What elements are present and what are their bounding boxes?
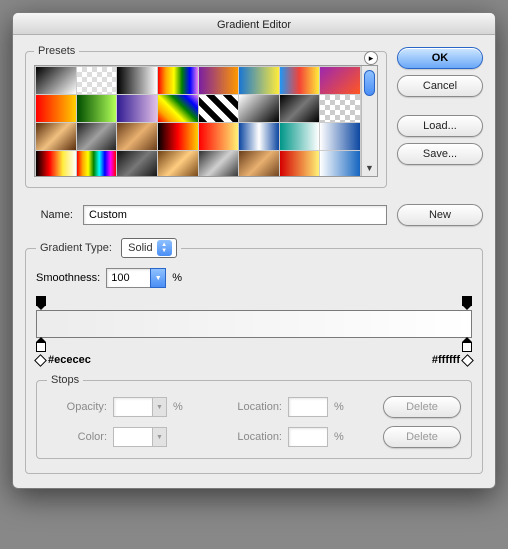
stops-opacity-row: Opacity: ▼ % Location: % Delete — [47, 396, 461, 418]
preset-swatch[interactable] — [77, 67, 117, 94]
preset-swatch[interactable] — [239, 123, 279, 150]
scrollbar-arrow-down-icon[interactable]: ▼ — [365, 162, 374, 174]
preset-swatch[interactable] — [320, 67, 360, 94]
color-stepper-icon: ▼ — [153, 427, 167, 447]
presets-flyout-icon[interactable]: ▸ — [364, 51, 378, 65]
presets-fieldset: Presets ▸ ▼ — [25, 45, 387, 188]
preset-swatch[interactable] — [280, 123, 320, 150]
preset-swatch[interactable] — [77, 151, 117, 176]
preset-swatch[interactable] — [77, 123, 117, 150]
preset-swatch[interactable] — [239, 67, 279, 94]
hex-right-group: #ffffff — [432, 354, 472, 366]
name-row: Name: Custom New — [25, 204, 483, 226]
titlebar: Gradient Editor — [13, 13, 495, 35]
color-stop-left[interactable] — [36, 340, 46, 352]
hex-right-value: #ffffff — [432, 354, 460, 366]
preset-swatch[interactable] — [117, 67, 157, 94]
delete-opacity-stop-button: Delete — [383, 396, 461, 418]
gradient-type-fieldset: Gradient Type: Solid ▲▼ Smoothness: 100 … — [25, 238, 483, 474]
dialog-content: Presets ▸ ▼ OK Cancel Load... Save... — [13, 35, 495, 488]
smoothness-percent: % — [172, 272, 182, 284]
preset-swatch[interactable] — [280, 151, 320, 176]
gradient-type-value: Solid — [128, 242, 152, 254]
presets-grid — [35, 66, 361, 176]
preset-swatch[interactable] — [239, 95, 279, 122]
preset-swatch[interactable] — [280, 95, 320, 122]
preset-swatch[interactable] — [36, 123, 76, 150]
color-label: Color: — [47, 431, 107, 443]
stops-color-row: Color: ▼ % Location: % Delete — [47, 426, 461, 448]
scrollbar-thumb[interactable] — [364, 70, 375, 96]
preset-swatch[interactable] — [77, 95, 117, 122]
midpoint-left-icon[interactable] — [34, 354, 47, 367]
gradient-editor-dialog: Gradient Editor Presets ▸ ▼ OK Cancel Lo — [12, 12, 496, 489]
gradient-type-select[interactable]: Solid ▲▼ — [121, 238, 176, 258]
color-location-label: Location: — [222, 431, 282, 443]
smoothness-row: Smoothness: 100 ▼ % — [36, 268, 472, 288]
opacity-location-input — [288, 397, 328, 417]
preset-swatch[interactable] — [199, 151, 239, 176]
button-column: OK Cancel Load... Save... — [397, 45, 483, 165]
color-stop-row — [36, 338, 472, 352]
preset-swatch[interactable] — [320, 95, 360, 122]
opacity-location-label: Location: — [222, 401, 282, 413]
delete-color-stop-button: Delete — [383, 426, 461, 448]
preset-swatch[interactable] — [158, 123, 198, 150]
color-location-input — [288, 427, 328, 447]
opacity-stop-right[interactable] — [462, 296, 472, 308]
preset-swatch[interactable] — [117, 95, 157, 122]
preset-swatch[interactable] — [158, 151, 198, 176]
presets-scrollbar[interactable]: ▼ — [361, 66, 377, 176]
load-button[interactable]: Load... — [397, 115, 483, 137]
stops-legend: Stops — [47, 374, 83, 386]
save-button[interactable]: Save... — [397, 143, 483, 165]
smoothness-stepper-icon[interactable]: ▼ — [150, 268, 166, 288]
hex-left-value: #ececec — [48, 354, 91, 366]
preset-swatch[interactable] — [280, 67, 320, 94]
opacity-stop-row — [36, 296, 472, 310]
presets-box: ▼ — [34, 65, 378, 177]
preset-swatch[interactable] — [36, 67, 76, 94]
hex-row: #ececec #ffffff — [36, 354, 472, 366]
ok-button[interactable]: OK — [397, 47, 483, 69]
cancel-button[interactable]: Cancel — [397, 75, 483, 97]
opacity-location-percent: % — [334, 401, 344, 413]
preset-swatch[interactable] — [158, 95, 198, 122]
hex-left-group: #ececec — [36, 354, 91, 366]
preset-swatch[interactable] — [199, 123, 239, 150]
gradient-region: #ececec #ffffff — [36, 296, 472, 366]
color-location-percent: % — [334, 431, 344, 443]
color-stop-right[interactable] — [462, 340, 472, 352]
select-arrows-icon: ▲▼ — [157, 240, 172, 256]
opacity-stepper-icon: ▼ — [153, 397, 167, 417]
stops-fieldset: Stops Opacity: ▼ % Location: % Delete — [36, 374, 472, 459]
opacity-stop-left[interactable] — [36, 296, 46, 308]
presets-legend: Presets — [34, 45, 79, 57]
opacity-percent: % — [173, 401, 183, 413]
preset-swatch[interactable] — [199, 95, 239, 122]
preset-swatch[interactable] — [199, 67, 239, 94]
window-title: Gradient Editor — [217, 19, 291, 31]
name-input[interactable]: Custom — [83, 205, 387, 225]
gradient-type-legend: Gradient Type: Solid ▲▼ — [36, 238, 181, 258]
smoothness-input[interactable]: 100 — [106, 268, 150, 288]
opacity-input — [113, 397, 153, 417]
opacity-label: Opacity: — [47, 401, 107, 413]
preset-swatch[interactable] — [36, 151, 76, 176]
preset-swatch[interactable] — [239, 151, 279, 176]
preset-swatch[interactable] — [117, 151, 157, 176]
preset-swatch[interactable] — [320, 151, 360, 176]
top-row: Presets ▸ ▼ OK Cancel Load... Save... — [25, 45, 483, 188]
midpoint-right-icon[interactable] — [461, 354, 474, 367]
preset-swatch[interactable] — [158, 67, 198, 94]
name-label: Name: — [25, 209, 73, 221]
gradient-bar[interactable] — [36, 310, 472, 338]
new-button[interactable]: New — [397, 204, 483, 226]
preset-swatch[interactable] — [36, 95, 76, 122]
smoothness-label: Smoothness: — [36, 272, 100, 284]
preset-swatch[interactable] — [320, 123, 360, 150]
preset-swatch[interactable] — [117, 123, 157, 150]
color-well — [113, 427, 153, 447]
